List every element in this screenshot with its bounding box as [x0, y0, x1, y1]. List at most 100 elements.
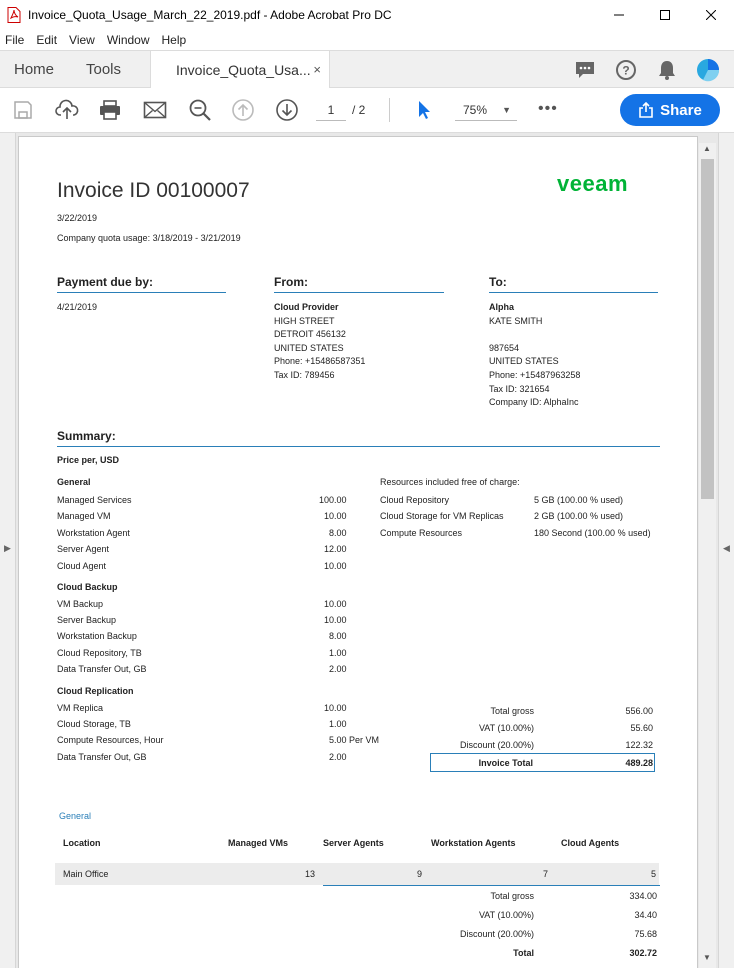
table-cell-location: Main Office: [63, 869, 109, 879]
arrow-up-circle-icon: [232, 99, 254, 121]
close-tab-icon[interactable]: ×: [313, 62, 321, 77]
close-icon: [706, 10, 716, 20]
to-line: Alpha: [489, 302, 515, 312]
summary-header: Summary:: [57, 429, 116, 443]
maximize-button[interactable]: [642, 0, 688, 30]
left-panel-toggle[interactable]: ▶: [0, 133, 16, 968]
free-item-label: Cloud Repository: [380, 495, 450, 505]
table-header-workstation-agents: Workstation Agents: [431, 838, 516, 848]
total-value: 122.32: [625, 740, 653, 750]
table-cell-managed-vms: 13: [304, 869, 315, 879]
price-item-label: Managed VM: [57, 511, 111, 522]
table-cell-server-agents: 9: [416, 869, 422, 879]
from-line: Phone: +15486587351: [274, 356, 366, 367]
vertical-scrollbar[interactable]: ▲ ▼: [699, 143, 716, 968]
notifications-bell-icon[interactable]: [655, 58, 679, 82]
to-line: KATE SMITH: [489, 315, 543, 326]
price-item-value: 1.00: [329, 718, 347, 729]
menu-file[interactable]: File: [0, 33, 30, 47]
menu-edit[interactable]: Edit: [30, 33, 63, 47]
price-item-label: Workstation Backup: [57, 631, 137, 642]
total-label: Total gross: [490, 706, 534, 716]
account-avatar[interactable]: [696, 58, 720, 82]
invoice-total-box: Invoice Total 489.28: [430, 753, 655, 772]
tab-tools[interactable]: Tools: [86, 51, 121, 88]
minimize-button[interactable]: [596, 0, 642, 30]
scroll-up-icon[interactable]: ▲: [703, 144, 711, 153]
table-header-location: Location: [63, 838, 101, 848]
price-item-label: Managed Services: [57, 495, 132, 505]
price-item-value: 5.00 Per VM: [329, 735, 380, 746]
upload-cloud-button[interactable]: [54, 97, 80, 123]
next-page-button[interactable]: [274, 97, 300, 123]
save-icon: [14, 101, 32, 119]
toolbar-divider: [389, 98, 390, 122]
table-total-label: Total: [513, 948, 534, 958]
expand-right-icon: ◀: [723, 543, 730, 553]
payment-due-header: Payment due by:: [57, 275, 154, 289]
price-item-label: Cloud Repository, TB: [57, 647, 142, 658]
zoom-select[interactable]: 75% ▼: [455, 99, 517, 121]
help-icon[interactable]: ?: [614, 58, 638, 82]
group-cloud-replication-label: Cloud Replication: [57, 686, 134, 696]
minimize-icon: [614, 14, 624, 16]
payment-due-rule: [57, 292, 226, 293]
acrobat-file-icon: [7, 7, 21, 23]
scrollbar-thumb[interactable]: [701, 159, 714, 499]
close-window-button[interactable]: [688, 0, 734, 30]
invoice-total-value: 489.28: [625, 758, 653, 768]
price-item-value: 2.00: [329, 664, 347, 675]
table-total-label: Total gross: [490, 891, 534, 901]
free-item-label: Compute Resources: [380, 527, 463, 538]
price-item-value: 12.00: [324, 544, 347, 555]
price-item-value: 10.00: [324, 702, 347, 713]
scroll-down-icon[interactable]: ▼: [703, 953, 711, 962]
maximize-icon: [660, 10, 670, 20]
save-button[interactable]: [10, 97, 36, 123]
menu-window[interactable]: Window: [101, 33, 156, 47]
tab-home[interactable]: Home: [14, 51, 54, 88]
share-button[interactable]: Share: [620, 94, 720, 126]
chevron-down-icon: ▼: [502, 105, 511, 115]
from-line: DETROIT 456132: [274, 329, 346, 340]
table-total-value: 334.00: [629, 891, 657, 901]
free-item-value: 5 GB (100.00 % used): [534, 495, 624, 505]
price-item-label: VM Replica: [57, 702, 104, 713]
total-label: VAT (10.00%): [478, 723, 534, 733]
share-icon: [639, 102, 653, 118]
email-button[interactable]: [142, 97, 168, 123]
table-totals-rule: [323, 885, 660, 886]
zoom-value: 75%: [463, 103, 488, 117]
invoice-title: Invoice ID 00100007: [57, 179, 250, 202]
print-button[interactable]: [97, 97, 123, 123]
general-section-title: General: [59, 811, 92, 821]
envelope-icon: [143, 101, 167, 119]
more-tools-button[interactable]: •••: [538, 100, 558, 118]
total-value: 55.60: [630, 723, 653, 733]
tab-document[interactable]: Invoice_Quota_Usa... ×: [150, 51, 330, 89]
summary-rule: [57, 446, 660, 447]
title-bar: Invoice_Quota_Usage_March_22_2019.pdf - …: [0, 0, 734, 30]
quota-usage-period: Company quota usage: 3/18/2019 - 3/21/20…: [57, 233, 241, 243]
svg-text:veeam: veeam: [557, 171, 628, 196]
invoice-date: 3/22/2019: [57, 213, 98, 223]
table-total-value: 302.72: [629, 948, 657, 958]
menu-view[interactable]: View: [63, 33, 101, 47]
price-item-label: Server Backup: [57, 614, 117, 625]
menu-help[interactable]: Help: [156, 33, 193, 47]
right-panel-toggle[interactable]: ◀: [718, 133, 734, 968]
price-item-label: Data Transfer Out, GB: [57, 751, 147, 762]
previous-page-button[interactable]: [230, 97, 256, 123]
page-number-input[interactable]: 1: [316, 99, 346, 121]
to-line: UNITED STATES: [489, 356, 559, 367]
zoom-out-button[interactable]: [187, 97, 213, 123]
table-row: Main Office 13 9 7 5: [55, 863, 659, 885]
table-total-label: Discount (20.00%): [459, 929, 534, 939]
select-tool-button[interactable]: [411, 97, 437, 123]
free-item-value: 180 Second (100.00 % used): [534, 527, 651, 538]
free-item-value: 2 GB (100.00 % used): [534, 511, 624, 522]
from-line: UNITED STATES: [274, 342, 344, 353]
comment-icon[interactable]: [573, 58, 597, 82]
table-cell-workstation-agents: 7: [542, 869, 548, 879]
price-item-value: 1.00: [329, 647, 347, 658]
